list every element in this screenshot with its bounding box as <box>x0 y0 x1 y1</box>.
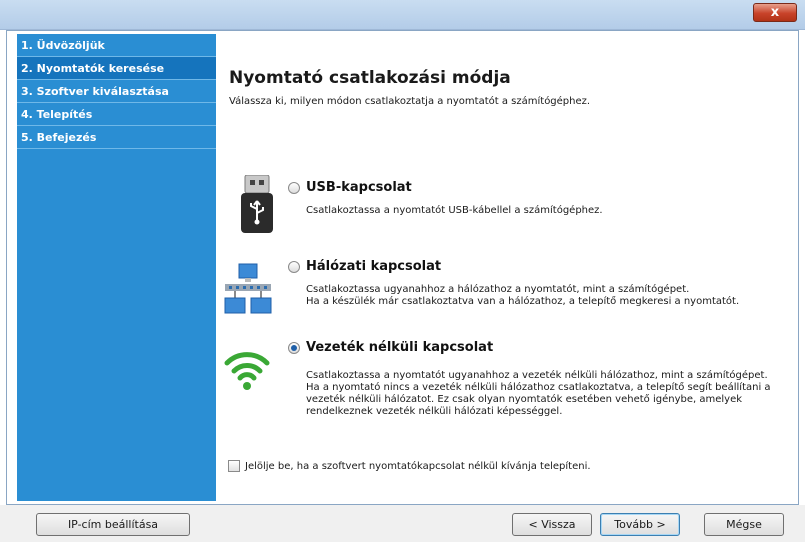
title-bar: x <box>0 0 805 30</box>
option-network-desc-line: Csatlakoztassa ugyanahhoz a hálózathoz a… <box>306 284 690 295</box>
sidebar-step-install: 4. Telepítés <box>17 103 216 126</box>
option-usb-desc-line: Csatlakoztassa a nyomtatót USB-kábellel … <box>306 205 603 216</box>
install-without-connection-label: Jelölje be, ha a szoftvert nyomtatókapcs… <box>245 460 591 472</box>
install-without-connection-checkbox[interactable] <box>228 460 240 472</box>
wifi-icon <box>224 347 270 396</box>
network-icon <box>223 262 273 319</box>
close-button[interactable]: x <box>753 3 797 22</box>
option-network-description: Csatlakoztassa ugyanahhoz a hálózathoz a… <box>306 284 776 308</box>
page-title: Nyomtató csatlakozási módja <box>229 68 511 88</box>
option-wireless-desc-line: Csatlakoztassa a nyomtatót ugyanahhoz a … <box>306 370 768 381</box>
option-usb[interactable]: USB-kapcsolat <box>288 180 412 195</box>
option-network-desc-line: Ha a készülék már csatlakoztatva van a h… <box>306 296 740 307</box>
option-network-label: Hálózati kapcsolat <box>306 259 442 274</box>
sidebar-step-welcome: 1. Üdvözöljük <box>17 34 216 57</box>
sidebar-step-printer-search: 2. Nyomtatók keresése <box>17 57 216 80</box>
step-sidebar: 1. Üdvözöljük 2. Nyomtatók keresése 3. S… <box>17 34 216 501</box>
cancel-button[interactable]: Mégse <box>704 513 784 536</box>
sidebar-step-finish: 5. Befejezés <box>17 126 216 149</box>
option-wireless-desc-line: vezeték nélküli hálózatot. Ez csak olyan… <box>306 394 743 405</box>
install-without-connection[interactable]: Jelölje be, ha a szoftvert nyomtatókapcs… <box>228 460 591 472</box>
option-usb-description: Csatlakoztassa a nyomtatót USB-kábellel … <box>306 205 776 217</box>
wireless-radio[interactable] <box>288 341 300 354</box>
network-radio[interactable] <box>288 260 300 273</box>
back-button[interactable]: < Vissza <box>512 513 592 536</box>
ip-settings-button[interactable]: IP-cím beállítása <box>36 513 190 536</box>
usb-radio[interactable] <box>288 181 300 194</box>
option-wireless-desc-line: Ha a nyomtató nincs a vezeték nélküli há… <box>306 382 771 393</box>
option-wireless-label: Vezeték nélküli kapcsolat <box>306 340 494 355</box>
option-wireless-desc-line: rendelkeznek vezeték nélküli hálózati ké… <box>306 406 563 417</box>
page-subtitle: Válassza ki, milyen módon csatlakoztatja… <box>229 96 591 107</box>
option-wireless-description: Csatlakoztassa a nyomtatót ugyanahhoz a … <box>306 370 786 418</box>
option-network[interactable]: Hálózati kapcsolat <box>288 259 441 274</box>
option-usb-label: USB-kapcsolat <box>306 180 412 195</box>
option-wireless[interactable]: Vezeték nélküli kapcsolat <box>288 340 493 355</box>
sidebar-step-software-select: 3. Szoftver kiválasztása <box>17 80 216 103</box>
next-button[interactable]: Tovább > <box>600 513 680 536</box>
usb-icon <box>240 174 274 236</box>
